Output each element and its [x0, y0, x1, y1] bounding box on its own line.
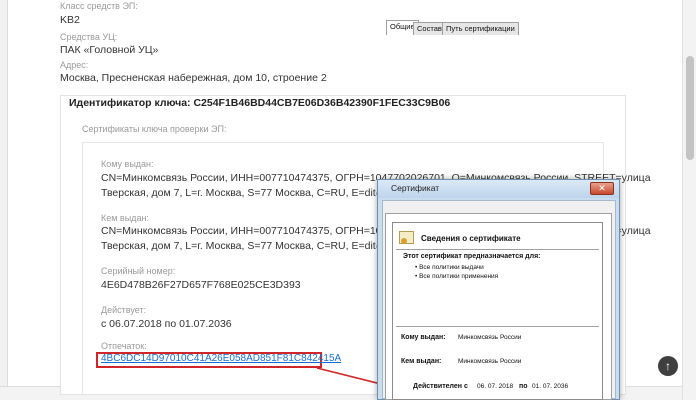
tools-value: ПАК «Головной УЦ» — [60, 44, 159, 56]
dialog-issued-to-label: Кому выдан: — [401, 334, 446, 341]
close-button[interactable]: ✕ — [590, 182, 614, 195]
tab-certification-path[interactable]: Путь сертификации — [442, 22, 519, 35]
dialog-issued-to-value: Минкомсвязь России — [458, 334, 522, 341]
left-edge — [0, 0, 8, 388]
tab-details[interactable]: Состав — [413, 22, 446, 35]
issued-to-label: Кому выдан: — [101, 159, 154, 169]
valid-label: Действует: — [101, 305, 147, 315]
vertical-scrollbar[interactable] — [682, 0, 696, 400]
issued-by-label: Кем выдан: — [101, 213, 149, 223]
dialog-valid-to-label: по — [519, 383, 528, 390]
dialog-title: Сертификат — [391, 183, 440, 193]
dialog-issued-by-value: Минкомсвязь России — [458, 358, 522, 365]
certs-label: Сертификаты ключа проверки ЭП: — [82, 124, 227, 134]
dialog-titlebar[interactable]: Сертификат ✕ — [378, 180, 619, 198]
scrollbar-thumb[interactable] — [686, 56, 694, 160]
dialog-valid-from-label: Действителен с — [413, 383, 468, 390]
certificate-icon — [399, 231, 414, 244]
thumbprint-link[interactable]: 4BC6DC14D97010C41A26E058AD851F81C842415A — [101, 353, 341, 364]
dialog-issued-by-label: Кем выдан: — [401, 358, 442, 365]
address-label: Адрес: — [60, 60, 89, 70]
serial-value: 4E6D478B26F27D657F768E025CE3D393 — [101, 279, 301, 291]
dialog-valid-from-value: 06. 07. 2018 — [477, 383, 514, 390]
purpose-bullet: Все политики выдачи — [415, 264, 484, 271]
address-value: Москва, Пресненская набережная, дом 10, … — [60, 72, 327, 84]
purpose-heading: Этот сертификат предназначается для: — [403, 253, 541, 260]
class-label: Класс средств ЭП: — [60, 1, 138, 11]
scroll-to-top-button[interactable]: ↑ — [658, 356, 678, 376]
info-divider — [396, 249, 599, 250]
key-id-title: Идентификатор ключа: C254F1B46BD44CB7E06… — [69, 97, 451, 109]
certificate-info-title: Сведения о сертификате — [421, 234, 521, 243]
serial-label: Серийный номер: — [101, 266, 176, 276]
info-divider — [396, 326, 599, 327]
tools-label: Средства УЦ: — [60, 32, 118, 42]
class-value: KB2 — [60, 14, 80, 26]
thumbprint-label: Отпечаток: — [101, 341, 147, 351]
valid-value: с 06.07.2018 по 01.07.2036 — [101, 318, 232, 330]
purpose-bullet: Все политики применения — [415, 273, 498, 280]
dialog-valid-to-value: 01. 07. 2036 — [532, 383, 569, 390]
